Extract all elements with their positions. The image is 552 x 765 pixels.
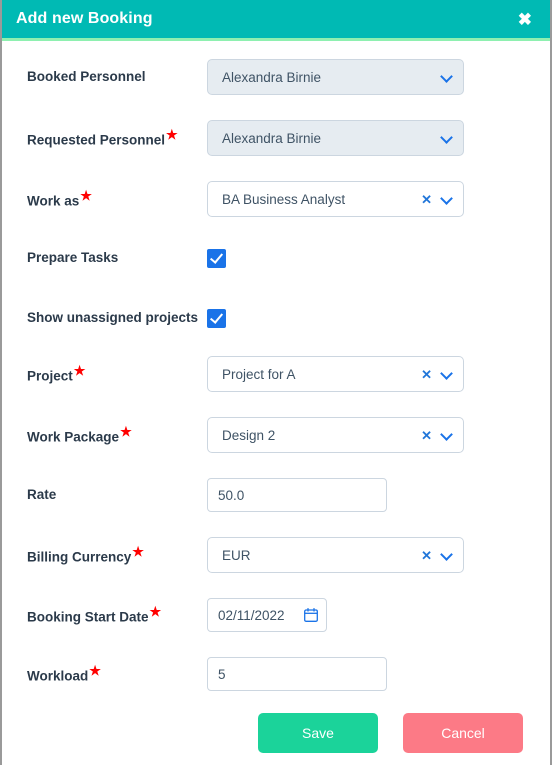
chevron-down-icon[interactable] <box>441 368 453 380</box>
calendar-icon[interactable] <box>304 608 318 622</box>
control-work-package: Design 2 ✕ <box>207 417 550 453</box>
booked-personnel-value: Alexandra Birnie <box>222 69 322 85</box>
form-row-work-package: Work Package★ Design 2 ✕ <box>2 417 550 453</box>
clear-icon[interactable]: ✕ <box>421 549 432 562</box>
control-prepare-tasks <box>207 249 550 268</box>
modal-footer: Save Cancel <box>2 713 550 765</box>
label-requested-personnel: Requested Personnel★ <box>27 126 178 148</box>
work-package-value: Design 2 <box>222 427 276 443</box>
booked-personnel-select[interactable]: Alexandra Birnie <box>207 59 464 95</box>
clear-icon[interactable]: ✕ <box>421 429 432 442</box>
modal-title: Add new Booking <box>16 10 153 27</box>
cancel-button[interactable]: Cancel <box>403 713 523 753</box>
form-row-billing-currency: Billing Currency★ EUR ✕ <box>2 537 550 573</box>
work-as-value: BA Business Analyst <box>222 191 346 207</box>
work-as-select[interactable]: BA Business Analyst ✕ <box>207 181 464 217</box>
form-row-prepare-tasks: Prepare Tasks <box>2 243 550 274</box>
form-row-project: Project★ Project for A ✕ <box>2 356 550 392</box>
form-row-rate: Rate <box>2 478 550 512</box>
required-marker: ★ <box>149 603 162 619</box>
prepare-tasks-checkbox[interactable] <box>207 249 226 268</box>
workload-input[interactable] <box>207 657 387 691</box>
control-rate <box>207 478 550 512</box>
control-workload <box>207 657 550 691</box>
form-row-work-as: Work as★ BA Business Analyst ✕ <box>2 181 550 217</box>
add-booking-modal: Add new Booking ✖ Booked Personnel Alexa… <box>0 0 552 765</box>
label-rate: Rate <box>27 486 57 502</box>
form-row-booking-start-date: Booking Start Date★ 02/11/2022 <box>2 598 550 632</box>
control-booked-personnel: Alexandra Birnie <box>207 59 550 95</box>
required-marker: ★ <box>166 126 178 142</box>
clear-icon[interactable]: ✕ <box>421 368 432 381</box>
form-row-requested-personnel: Requested Personnel★ Alexandra Birnie <box>2 120 550 156</box>
chevron-down-icon[interactable] <box>441 549 453 561</box>
control-billing-currency: EUR ✕ <box>207 537 550 573</box>
label-booking-start-date: Booking Start Date★ <box>27 603 162 625</box>
control-work-as: BA Business Analyst ✕ <box>207 181 550 217</box>
required-marker: ★ <box>120 423 132 439</box>
requested-personnel-select[interactable]: Alexandra Birnie <box>207 120 464 156</box>
booking-form: Booked Personnel Alexandra Birnie Reques… <box>2 59 550 691</box>
form-row-show-unassigned-projects: Show unassigned projects <box>2 303 550 334</box>
project-select[interactable]: Project for A ✕ <box>207 356 464 392</box>
chevron-down-icon[interactable] <box>441 132 453 144</box>
form-row-workload: Workload★ <box>2 657 550 691</box>
label-workload: Workload★ <box>27 662 101 684</box>
label-show-unassigned-projects: Show unassigned projects <box>27 310 199 326</box>
show-unassigned-projects-checkbox[interactable] <box>207 309 226 328</box>
work-package-select[interactable]: Design 2 ✕ <box>207 417 464 453</box>
form-row-booked-personnel: Booked Personnel Alexandra Birnie <box>2 59 550 95</box>
chevron-down-icon[interactable] <box>441 193 453 205</box>
booking-start-date-value: 02/11/2022 <box>218 607 285 623</box>
control-booking-start-date: 02/11/2022 <box>207 598 550 632</box>
required-marker: ★ <box>73 362 86 378</box>
billing-currency-value: EUR <box>222 547 251 563</box>
close-icon[interactable]: ✖ <box>514 9 536 30</box>
rate-input[interactable] <box>207 478 387 512</box>
required-marker: ★ <box>80 187 92 203</box>
project-value: Project for A <box>222 366 296 382</box>
requested-personnel-value: Alexandra Birnie <box>222 130 322 146</box>
label-prepare-tasks: Prepare Tasks <box>27 250 119 266</box>
required-marker: ★ <box>89 662 101 678</box>
control-project: Project for A ✕ <box>207 356 550 392</box>
control-requested-personnel: Alexandra Birnie <box>207 120 550 156</box>
required-marker: ★ <box>132 543 144 559</box>
chevron-down-icon[interactable] <box>441 429 453 441</box>
label-booked-personnel: Booked Personnel <box>27 68 146 84</box>
control-show-unassigned-projects <box>207 309 550 328</box>
chevron-down-icon[interactable] <box>441 71 453 83</box>
modal-header: Add new Booking ✖ <box>2 0 550 41</box>
label-project: Project★ <box>27 362 86 384</box>
billing-currency-select[interactable]: EUR ✕ <box>207 537 464 573</box>
booking-start-date-input[interactable]: 02/11/2022 <box>207 598 327 632</box>
label-work-as: Work as★ <box>27 187 92 209</box>
save-button[interactable]: Save <box>258 713 378 753</box>
label-work-package: Work Package★ <box>27 423 132 445</box>
clear-icon[interactable]: ✕ <box>421 193 432 206</box>
label-billing-currency: Billing Currency★ <box>27 543 144 565</box>
